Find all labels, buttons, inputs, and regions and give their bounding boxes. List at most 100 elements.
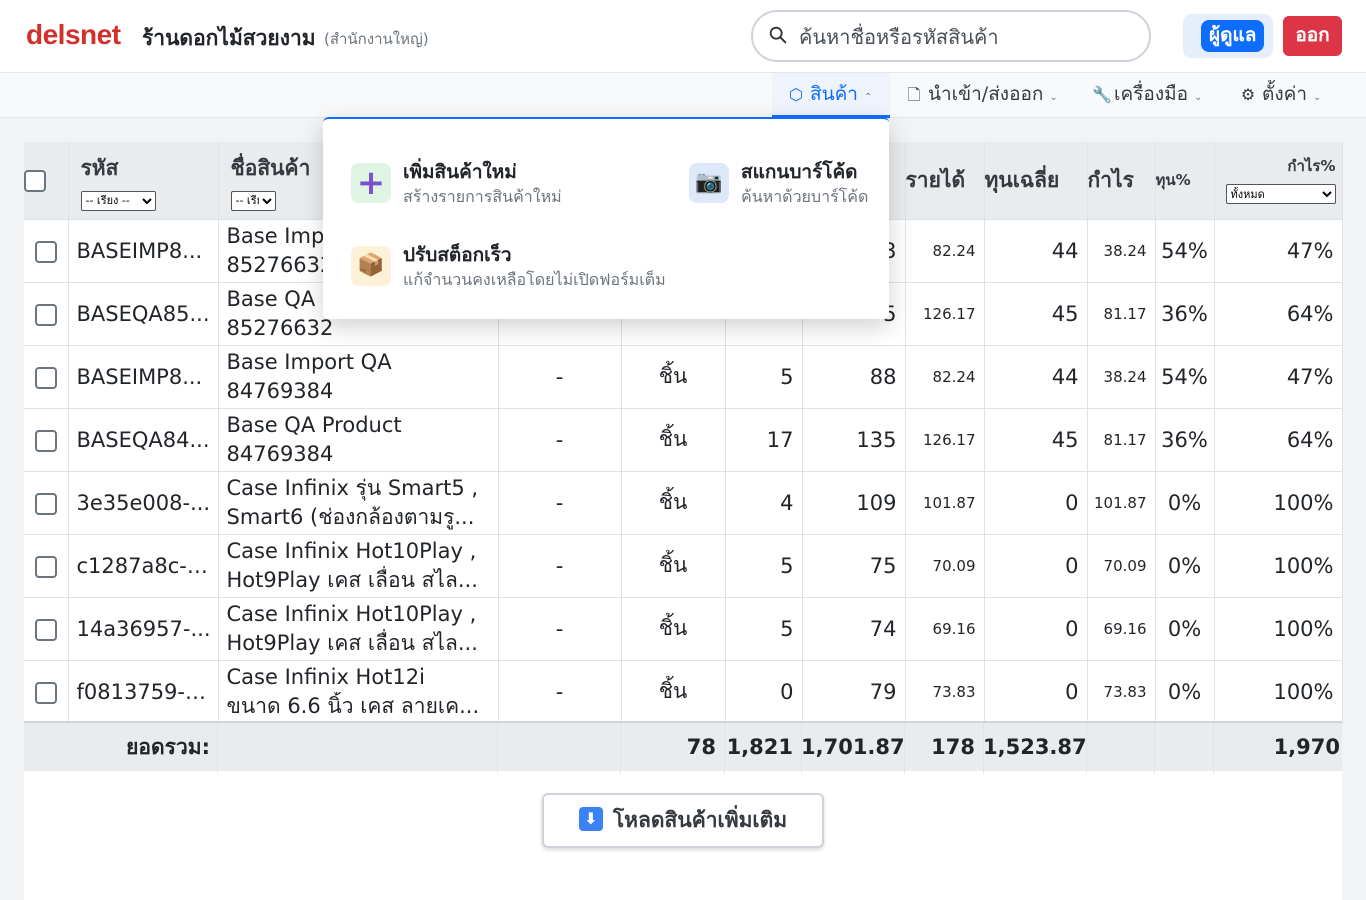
- cell-unit: ชิ้น: [621, 597, 726, 661]
- select-all-checkbox[interactable]: [24, 170, 46, 193]
- camera-icon: 📷: [689, 163, 729, 203]
- chevron-down-icon: ⌃: [863, 92, 873, 103]
- cell-avg-cost: 0: [984, 597, 1088, 661]
- nav-products[interactable]: ⬡ สินค้า ⌃: [772, 73, 890, 118]
- table-row[interactable]: f0813759-0... Case Infinix Hot12i ขนาด 6.6…: [24, 660, 1343, 724]
- load-more-button[interactable]: ⬇ โหลดสินค้าเพิ่มเติม: [542, 793, 824, 848]
- cell-profit: 81.17: [1087, 282, 1156, 346]
- cell-col6: 75: [802, 534, 906, 598]
- cell-cost-pct: 0%: [1155, 471, 1215, 535]
- table-row[interactable]: 14a36957-... Case Infinix Hot10Play , Hot9…: [24, 597, 1343, 661]
- header-avg-cost-label: ทุนเฉลี่ย: [984, 167, 1060, 192]
- row-checkbox[interactable]: [34, 555, 57, 578]
- menu-quick-stock[interactable]: 📦 ปรับสต็อกเร็ว แก้จำนวนคงเหลือโดยไม่เปิ…: [351, 244, 691, 290]
- header-cost-pct-label: ทุน%: [1155, 171, 1191, 190]
- product-name-line1: Case Infinix Hot10Play ,: [226, 601, 477, 626]
- table-row[interactable]: c1287a8c-b... Case Infinix Hot10Play , Hot…: [24, 534, 1343, 598]
- menu-add-product-title: เพิ่มสินค้าใหม่: [403, 161, 517, 183]
- code-sort-select[interactable]: -- เรียง --: [80, 190, 156, 211]
- menu-add-product[interactable]: + เพิ่มสินค้าใหม่ สร้างรายการสินค้าใหม่: [351, 161, 651, 207]
- header-avg-cost: ทุนเฉลี่ย: [984, 142, 1088, 220]
- main-nav: ⬡ สินค้า ⌃ 🗋 นำเข้า/ส่งออก ⌄ 🔧 เครื่องมือ ⌄ ⚙ ต…: [0, 73, 1366, 118]
- row-select-cell: [24, 219, 69, 283]
- cell-profit: 38.24: [1087, 219, 1156, 283]
- logout-button[interactable]: ออก: [1283, 16, 1342, 56]
- cell-col4: -: [498, 408, 622, 472]
- cell-revenue: 126.17: [905, 408, 985, 472]
- row-checkbox[interactable]: [34, 429, 57, 452]
- table-row[interactable]: 3e35e008-... Case Infinix รุ่น Smart5 , Sm…: [24, 471, 1343, 535]
- cell-code: BASEIMP8...: [68, 345, 219, 409]
- cell-cost-pct: 54%: [1155, 345, 1215, 409]
- cell-qty: 5: [725, 534, 803, 598]
- cell-unit: ชิ้น: [621, 660, 726, 724]
- cell-unit: ชิ้น: [621, 471, 726, 535]
- row-checkbox[interactable]: [34, 492, 57, 515]
- totals-qty: 78: [686, 735, 716, 759]
- admin-button[interactable]: ผู้ดูแล: [1201, 20, 1265, 52]
- plus-icon: +: [351, 163, 391, 203]
- row-checkbox[interactable]: [34, 618, 57, 641]
- search-input[interactable]: [799, 20, 1139, 54]
- row-checkbox[interactable]: [34, 303, 57, 326]
- nav-import-export[interactable]: 🗋 นำเข้า/ส่งออก ⌄: [906, 73, 1058, 118]
- cell-profit-pct: 64%: [1214, 408, 1343, 472]
- chevron-down-icon: ⌄: [1049, 92, 1058, 103]
- table-row[interactable]: BASEIMP8... Base Import QA 84769384- ชิ้น 5 8…: [24, 345, 1343, 409]
- table-row[interactable]: BASEQA84... Base QA Product 84769384- ชิ้น 1…: [24, 408, 1343, 472]
- row-select-cell: [24, 408, 69, 472]
- top-header: delsnet ร้านดอกไม้สวยงาม (สำนักงานใหญ่) …: [0, 0, 1366, 73]
- nav-tools[interactable]: 🔧 เครื่องมือ ⌄: [1092, 73, 1202, 118]
- cell-col4: -: [498, 660, 622, 724]
- shop-branch: (สำนักงานใหญ่): [324, 30, 429, 48]
- cell-profit-pct: 100%: [1214, 660, 1343, 724]
- cell-profit: 69.16: [1087, 597, 1156, 661]
- cell-avg-cost: 0: [984, 471, 1088, 535]
- row-checkbox[interactable]: [34, 240, 57, 263]
- cell-avg-cost: 44: [984, 219, 1088, 283]
- cell-revenue: 82.24: [905, 219, 985, 283]
- cell-name: Case Infinix Hot10Play , Hot9Play เคส เลื…: [218, 597, 499, 661]
- cell-unit: ชิ้น: [621, 534, 726, 598]
- nav-settings-label: ตั้งค่า: [1262, 83, 1307, 105]
- search-icon: [769, 26, 787, 44]
- cube-icon: ⬡: [789, 85, 803, 104]
- menu-quick-stock-title: ปรับสต็อกเร็ว: [403, 244, 512, 266]
- cell-profit-pct: 100%: [1214, 597, 1343, 661]
- row-checkbox[interactable]: [34, 366, 57, 389]
- cell-col6: 135: [802, 408, 906, 472]
- product-name-line1: Case Infinix Hot12i: [226, 664, 425, 689]
- products-dropdown-menu: + เพิ่มสินค้าใหม่ สร้างรายการสินค้าใหม่ …: [323, 117, 889, 319]
- cell-qty: 4: [725, 471, 803, 535]
- header-code: รหัส -- เรียง --: [68, 142, 219, 220]
- cell-name: Case Infinix รุ่น Smart5 , Smart6 (ช่องกล…: [218, 471, 499, 535]
- cell-profit: 70.09: [1087, 534, 1156, 598]
- cell-avg-cost: 44: [984, 345, 1088, 409]
- menu-scan-barcode[interactable]: 📷 สแกนบาร์โค้ด ค้นหาด้วยบาร์โค้ด: [689, 161, 879, 207]
- product-name-line2: Hot9Play เคส เลื่อน สไล...: [226, 630, 478, 655]
- cell-profit: 38.24: [1087, 345, 1156, 409]
- cell-name: Case Infinix Hot12i ขนาด 6.6 นิ้ว เคส ลาย…: [218, 660, 499, 724]
- load-more-label: โหลดสินค้าเพิ่มเติม: [612, 808, 788, 832]
- totals-row: ยอดรวม: 78 1,821 1,701.87 178 1,523.87 1…: [24, 721, 1342, 773]
- product-name-line2: ขนาด 6.6 นิ้ว เคส ลายเค...: [226, 693, 480, 718]
- cell-profit: 101.87: [1087, 471, 1156, 535]
- cell-qty: 5: [725, 597, 803, 661]
- cell-col4: -: [498, 597, 622, 661]
- row-select-cell: [24, 534, 69, 598]
- name-sort-select[interactable]: -- เรียง --: [230, 190, 276, 211]
- nav-tools-label: เครื่องมือ: [1114, 83, 1189, 105]
- nav-settings[interactable]: ⚙ ตั้งค่า ⌄: [1240, 73, 1322, 118]
- totals-profit-pct: 1,970: [1273, 735, 1340, 759]
- header-revenue: รายได้: [905, 142, 985, 220]
- totals-label: ยอดรวม:: [126, 735, 210, 759]
- row-checkbox[interactable]: [34, 681, 57, 704]
- cell-revenue: 126.17: [905, 282, 985, 346]
- app-logo[interactable]: delsnet: [26, 19, 121, 51]
- cell-col6: 88: [802, 345, 906, 409]
- box-icon: 📦: [351, 246, 391, 286]
- cell-col6: 74: [802, 597, 906, 661]
- header-cost-pct: ทุน%: [1155, 142, 1215, 220]
- cell-profit: 73.83: [1087, 660, 1156, 724]
- profit-filter-select[interactable]: ทั้งหมด: [1225, 184, 1336, 204]
